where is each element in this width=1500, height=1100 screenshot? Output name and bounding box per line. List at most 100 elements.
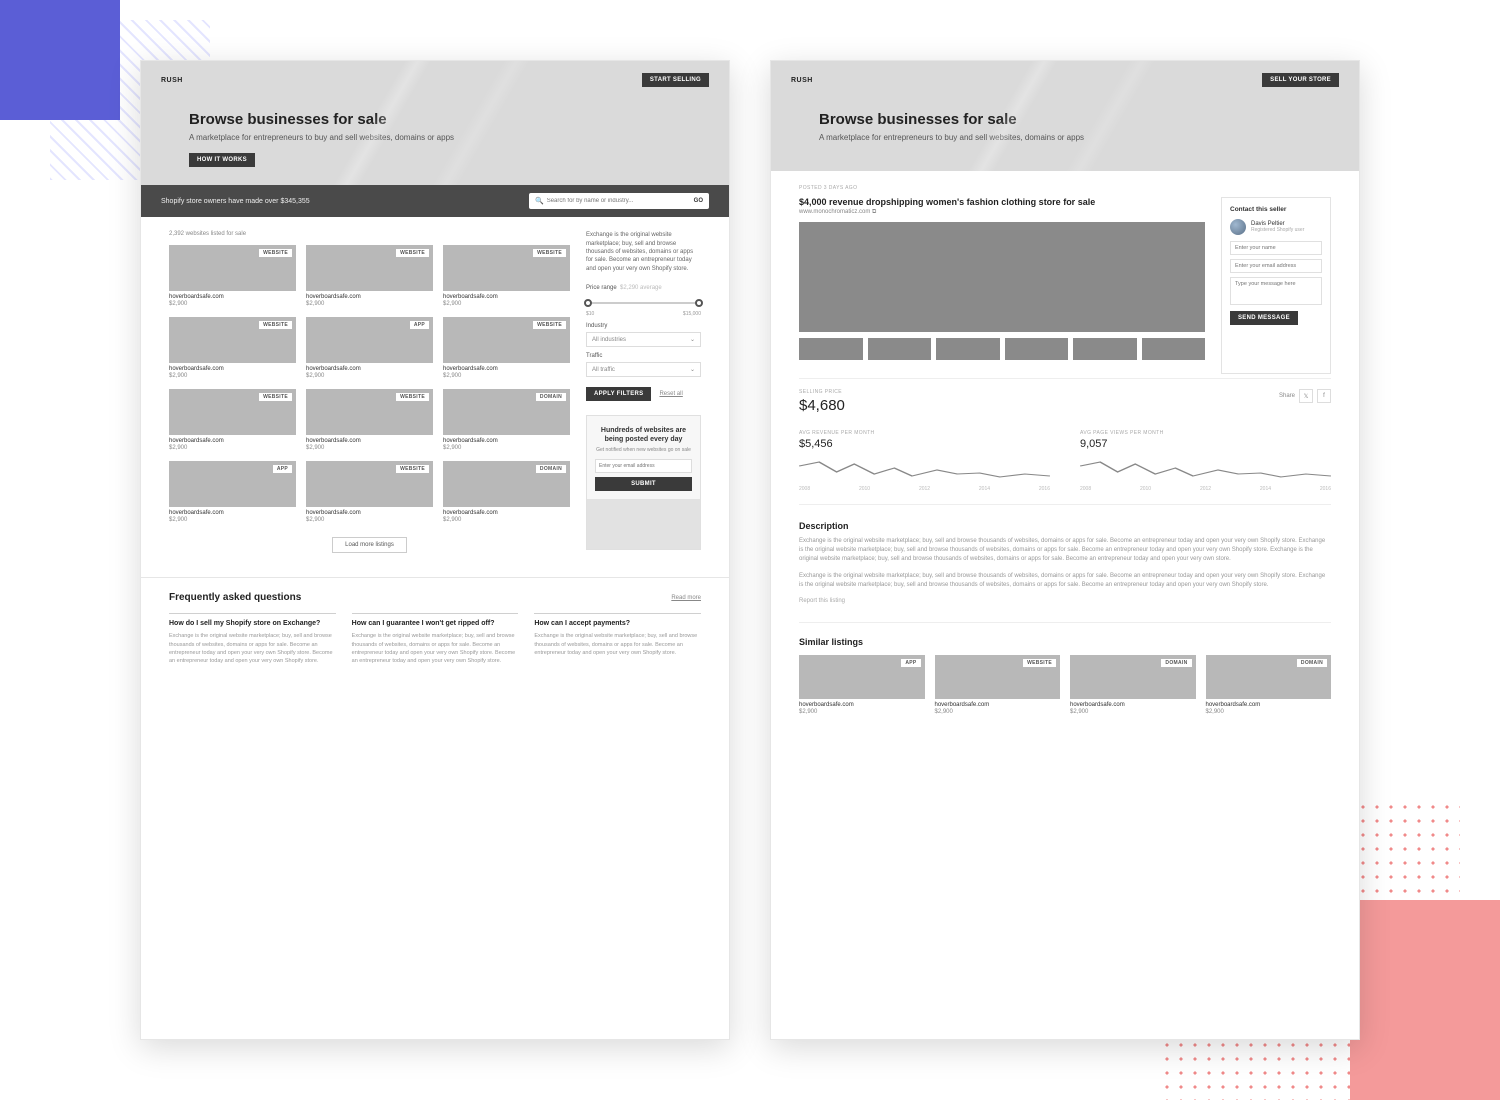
sidebar-intro: Exchange is the original website marketp… [586, 231, 701, 273]
stat-value: 9,057 [1080, 438, 1331, 450]
sparkline-chart [1080, 454, 1331, 484]
listing-card[interactable]: DOMAINhoverboardsafe.com$2,900 [443, 461, 570, 523]
listing-price: $2,900 [306, 517, 433, 523]
listing-type-tag: APP [901, 659, 920, 667]
listing-price: $2,900 [443, 517, 570, 523]
contact-seller-panel: Contact this seller Davis Peltier Regist… [1221, 197, 1331, 374]
listing-thumb: WEBSITE [169, 317, 296, 363]
share-facebook-button[interactable]: f [1317, 389, 1331, 403]
listing-url-link[interactable]: www.monochromaticz.com ⧉ [799, 209, 1205, 216]
listing-type-tag: WEBSITE [259, 393, 292, 401]
listing-card[interactable]: WEBSITEhoverboardsafe.com$2,900 [306, 389, 433, 451]
promo-email-input[interactable] [595, 459, 692, 473]
listing-card[interactable]: APPhoverboardsafe.com$2,900 [306, 317, 433, 379]
listing-card[interactable]: DOMAIN hoverboardsafe.com$2,900 [443, 389, 570, 451]
listing-card[interactable]: WEBSITEhoverboardsafe.com$2,900 [443, 245, 570, 307]
contact-message-input[interactable] [1230, 277, 1322, 305]
apply-filters-button[interactable]: APPLY FILTERS [586, 387, 651, 401]
listing-price: $2,900 [169, 301, 296, 307]
listing-thumb: WEBSITE [443, 245, 570, 291]
promo-title: Hundreds of websites are being posted ev… [595, 426, 692, 444]
promo-submit-button[interactable]: SUBMIT [595, 477, 692, 491]
traffic-select[interactable]: All traffic⌄ [586, 362, 701, 377]
faq-heading: Frequently asked questions [169, 592, 301, 603]
thumbnail[interactable] [799, 338, 863, 360]
listing-type-tag: DOMAIN [1297, 659, 1327, 667]
listing-thumb: APP [799, 655, 925, 699]
start-selling-button[interactable]: START SELLING [642, 73, 709, 87]
listing-type-tag: APP [273, 465, 292, 473]
search-box[interactable]: 🔍 GO [529, 193, 709, 209]
stat-label: AVG PAGE VIEWS PER MONTH [1080, 430, 1331, 436]
listing-thumb: WEBSITE [306, 461, 433, 507]
description-text: Exchange is the original website marketp… [799, 537, 1331, 564]
listing-card[interactable]: WEBSITEhoverboardsafe.com$2,900 [169, 389, 296, 451]
report-listing-link[interactable]: Report this listing [799, 598, 1331, 604]
price-slider[interactable] [586, 297, 701, 309]
listing-thumb: DOMAIN [1206, 655, 1332, 699]
search-input[interactable] [547, 198, 690, 204]
listing-card[interactable]: WEBSITEhoverboardsafe.com$2,900 [443, 317, 570, 379]
thumbnail[interactable] [936, 338, 1000, 360]
listing-type-tag: WEBSITE [1023, 659, 1056, 667]
logo[interactable]: RUSH [791, 77, 813, 84]
listing-price: $2,900 [169, 445, 296, 451]
listing-price: $2,900 [306, 373, 433, 379]
listing-card[interactable]: WEBSITEhoverboardsafe.com$2,900 [306, 245, 433, 307]
thumbnail[interactable] [1005, 338, 1069, 360]
newsletter-promo: Hundreds of websites are being posted ev… [586, 415, 701, 550]
listing-card[interactable]: APPhoverboardsafe.com$2,900 [169, 461, 296, 523]
contact-name-input[interactable] [1230, 241, 1322, 255]
wireframe-listing-page: RUSH START SELLING Browse businesses for… [140, 60, 730, 1040]
how-it-works-button[interactable]: HOW IT WORKS [189, 153, 255, 167]
listing-thumb: WEBSITE [169, 245, 296, 291]
listing-price: $2,900 [443, 445, 570, 451]
listing-thumb: WEBSITE [935, 655, 1061, 699]
sell-your-store-button[interactable]: SELL YOUR STORE [1262, 73, 1339, 87]
listing-type-tag: WEBSITE [259, 321, 292, 329]
similar-card[interactable]: DOMAINhoverboardsafe.com$2,900 [1070, 655, 1196, 715]
search-bar: Shopify store owners have made over $345… [141, 185, 729, 217]
search-go-button[interactable]: GO [694, 198, 703, 204]
listing-title: hoverboardsafe.com [443, 438, 570, 444]
similar-card[interactable]: APPhoverboardsafe.com$2,900 [799, 655, 925, 715]
listing-title: hoverboardsafe.com [169, 366, 296, 372]
faq-read-more-link[interactable]: Read more [671, 595, 701, 601]
similar-card[interactable]: WEBSITEhoverboardsafe.com$2,900 [935, 655, 1061, 715]
stat-label: AVG REVENUE PER MONTH [799, 430, 1050, 436]
thumbnail[interactable] [1142, 338, 1206, 360]
listing-card[interactable]: WEBSITEhoverboardsafe.com$2,900 [306, 461, 433, 523]
similar-heading: Similar listings [799, 637, 1331, 647]
thumbnail[interactable] [868, 338, 932, 360]
listing-price: $2,900 [935, 709, 1061, 715]
contact-heading: Contact this seller [1230, 206, 1322, 213]
faq-item: How can I guarantee I won't get ripped o… [352, 613, 519, 665]
load-more-button[interactable]: Load more listings [332, 537, 407, 553]
listing-thumb: WEBSITE [169, 389, 296, 435]
listing-card[interactable]: WEBSITEhoverboardsafe.com$2,900 [169, 245, 296, 307]
hero: RUSH SELL YOUR STORE Browse businesses f… [771, 61, 1359, 171]
listing-price: $2,900 [799, 709, 925, 715]
contact-email-input[interactable] [1230, 259, 1322, 273]
listing-price: $2,900 [306, 445, 433, 451]
industry-select[interactable]: All industries⌄ [586, 332, 701, 347]
send-message-button[interactable]: SEND MESSAGE [1230, 311, 1298, 325]
listing-thumb: DOMAIN [443, 389, 570, 435]
similar-card[interactable]: DOMAINhoverboardsafe.com$2,900 [1206, 655, 1332, 715]
revenue-tagline: Shopify store owners have made over $345… [161, 198, 529, 205]
listing-price: $2,900 [443, 373, 570, 379]
promo-subtitle: Get notified when new websites go on sal… [595, 447, 692, 453]
listing-type-tag: APP [410, 321, 429, 329]
logo[interactable]: RUSH [161, 77, 183, 84]
listing-title: $4,000 revenue dropshipping women's fash… [799, 197, 1205, 207]
thumbnail[interactable] [1073, 338, 1137, 360]
price-label: SELLING PRICE [799, 389, 845, 395]
listing-price: $2,900 [443, 301, 570, 307]
faq-answer: Exchange is the original website marketp… [352, 632, 519, 665]
listing-card[interactable]: WEBSITEhoverboardsafe.com$2,900 [169, 317, 296, 379]
reset-filters-link[interactable]: Reset all [659, 391, 682, 397]
listing-title: hoverboardsafe.com [169, 510, 296, 516]
listing-title: hoverboardsafe.com [443, 510, 570, 516]
share-twitter-button[interactable]: 𝕏 [1299, 389, 1313, 403]
listing-thumb: APP [306, 317, 433, 363]
